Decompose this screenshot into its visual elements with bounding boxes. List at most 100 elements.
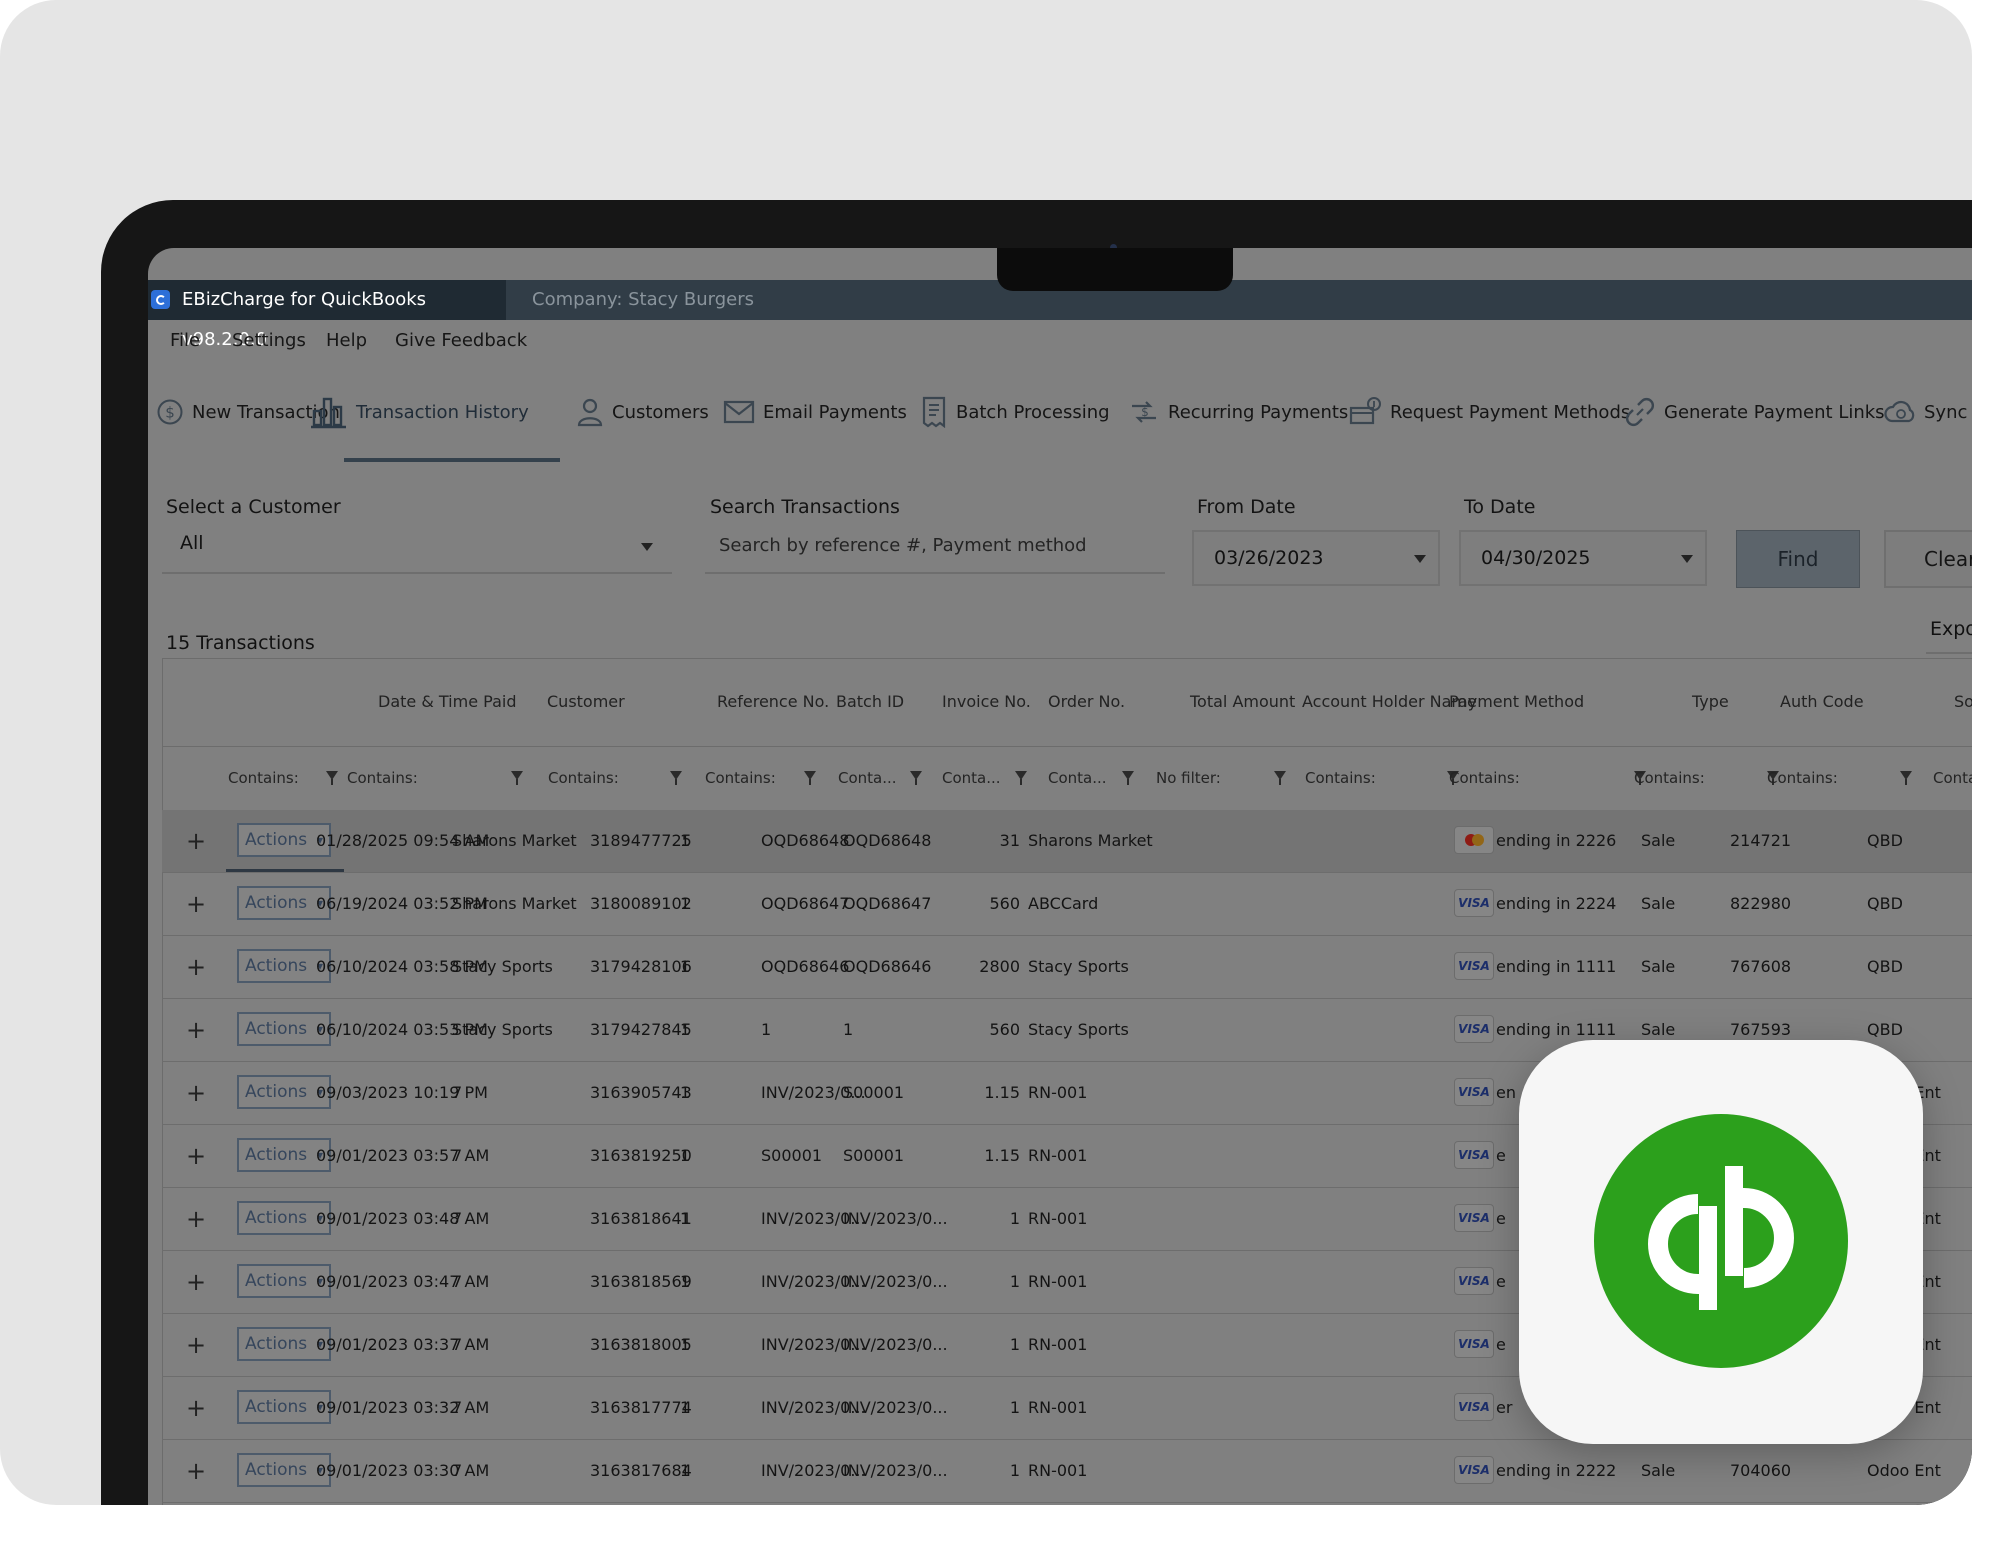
nav-customers[interactable]: Customers bbox=[576, 362, 709, 462]
filter-label[interactable]: Contains: bbox=[1449, 746, 1520, 810]
column-header-invoice[interactable]: Invoice No. bbox=[942, 658, 1031, 746]
cell-batch: 1 bbox=[680, 957, 691, 976]
cell-invoice: 1 bbox=[761, 1020, 772, 1039]
filter-label[interactable]: Contains: bbox=[1767, 746, 1838, 810]
column-header-payment-method[interactable]: Payment Method bbox=[1449, 658, 1584, 746]
cell-auth-code: 704060 bbox=[1730, 1461, 1792, 1480]
nav-recurring-payments[interactable]: $ Recurring Payments bbox=[1128, 362, 1348, 462]
search-input[interactable]: Search by reference #, Payment method bbox=[705, 520, 1165, 574]
nav-batch-processing[interactable]: Batch Processing bbox=[920, 362, 1110, 462]
svg-text:$: $ bbox=[165, 404, 175, 422]
column-header-total[interactable]: Total Amount bbox=[1190, 658, 1295, 746]
column-header-type[interactable]: Type bbox=[1692, 658, 1729, 746]
recurring-dollar-icon: $ bbox=[1132, 401, 1156, 423]
nav-label: Sync bbox=[1924, 401, 1968, 423]
nav-sync[interactable]: Sync bbox=[1884, 362, 1967, 462]
nav-transaction-history[interactable]: Transaction History bbox=[310, 362, 529, 462]
menu-settings[interactable]: Settings bbox=[232, 320, 306, 362]
cell-order: INV/2023/0... bbox=[843, 1209, 948, 1228]
customer-select[interactable]: All bbox=[162, 520, 672, 574]
column-header-order[interactable]: Order No. bbox=[1048, 658, 1125, 746]
filter-label[interactable]: Conta... bbox=[942, 746, 1001, 810]
filter-label[interactable]: Contains: bbox=[1933, 746, 1972, 810]
filter-funnel-icon[interactable] bbox=[1274, 771, 1286, 785]
cell-account-holder: RN-001 bbox=[1028, 1335, 1088, 1354]
filter-label[interactable]: Contains: bbox=[1305, 746, 1376, 810]
filter-label[interactable]: Contains: bbox=[705, 746, 776, 810]
table-row[interactable]: +Actions01/28/2025 09:54 AMSharons Marke… bbox=[162, 810, 1972, 873]
expand-row-icon[interactable]: + bbox=[186, 1125, 206, 1187]
visa-icon: VISA bbox=[1454, 1078, 1494, 1106]
filter-funnel-icon[interactable] bbox=[670, 771, 682, 785]
cell-customer: 7 bbox=[452, 1398, 463, 1417]
column-header-customer[interactable]: Customer bbox=[547, 658, 625, 746]
expand-row-icon[interactable]: + bbox=[186, 1314, 206, 1376]
to-date-picker[interactable]: 04/30/2025 bbox=[1459, 530, 1707, 586]
expand-row-icon[interactable]: + bbox=[186, 810, 206, 872]
column-header-date[interactable]: Date & Time Paid bbox=[378, 658, 516, 746]
column-header-reference[interactable]: Reference No. bbox=[717, 658, 829, 746]
filter-label[interactable]: No filter: bbox=[1156, 746, 1221, 810]
expand-row-icon[interactable]: + bbox=[186, 1062, 206, 1124]
cell-batch: 1 bbox=[680, 1461, 691, 1480]
expand-row-icon[interactable]: + bbox=[186, 1440, 206, 1502]
cell-type: Sale bbox=[1641, 894, 1676, 913]
nav-email-payments[interactable]: Email Payments bbox=[723, 362, 907, 462]
expand-row-icon[interactable]: + bbox=[186, 1377, 206, 1439]
cell-order: INV/2023/0... bbox=[843, 1461, 948, 1480]
cell-account-holder: Stacy Sports bbox=[1028, 957, 1129, 976]
customer-select-label: Select a Customer bbox=[166, 496, 341, 518]
cell-payment-method: ending in 1111 bbox=[1496, 957, 1617, 976]
cell-customer: Sharons Market bbox=[452, 894, 577, 913]
filter-label[interactable]: Contains: bbox=[1634, 746, 1705, 810]
export-button[interactable]: Expo bbox=[1930, 618, 1972, 640]
cell-account-holder: RN-001 bbox=[1028, 1272, 1088, 1291]
filter-funnel-icon[interactable] bbox=[804, 771, 816, 785]
table-row[interactable]: +Actions06/19/2024 03:52 PMSharons Marke… bbox=[162, 873, 1972, 936]
cell-customer: Stacy Sports bbox=[452, 1020, 553, 1039]
cell-total-amount: 1 bbox=[1009, 1272, 1020, 1291]
filter-label[interactable]: Contains: bbox=[548, 746, 619, 810]
cell-reference: 3163817684 bbox=[590, 1461, 692, 1480]
table-row[interactable]: +Actions06/10/2024 03:58 PMStacy Sports3… bbox=[162, 936, 1972, 999]
filter-funnel-icon[interactable] bbox=[511, 771, 523, 785]
menu-help[interactable]: Help bbox=[326, 320, 367, 362]
visa-icon: VISA bbox=[1454, 1015, 1494, 1043]
filter-funnel-icon[interactable] bbox=[1015, 771, 1027, 785]
table-row[interactable]: +Actions09/01/2023 03:30 AM731638176841I… bbox=[162, 1440, 1972, 1503]
filter-label[interactable]: Conta... bbox=[1048, 746, 1107, 810]
cell-total-amount: 1.15 bbox=[984, 1083, 1020, 1102]
expand-row-icon[interactable]: + bbox=[186, 873, 206, 935]
expand-row-icon[interactable]: + bbox=[186, 999, 206, 1061]
column-header-source[interactable]: So bbox=[1954, 658, 1972, 746]
nav-request-payment-methods[interactable]: Request Payment Methods bbox=[1348, 362, 1630, 462]
expand-row-icon[interactable]: + bbox=[186, 1251, 206, 1313]
clear-button[interactable]: Clear bbox=[1884, 530, 1972, 588]
nav-generate-payment-links[interactable]: Generate Payment Links bbox=[1624, 362, 1885, 462]
filter-label[interactable]: Conta... bbox=[838, 746, 897, 810]
from-date-picker[interactable]: 03/26/2023 bbox=[1192, 530, 1440, 586]
filter-funnel-icon[interactable] bbox=[1122, 771, 1134, 785]
menu-give-feedback[interactable]: Give Feedback bbox=[395, 320, 527, 362]
column-header-batch[interactable]: Batch ID bbox=[836, 658, 904, 746]
cell-auth-code: 214721 bbox=[1730, 831, 1792, 850]
menu-file[interactable]: File bbox=[170, 320, 200, 362]
cell-batch: 1 bbox=[680, 831, 691, 850]
filter-label[interactable]: Contains: bbox=[347, 746, 418, 810]
visa-icon: VISA bbox=[1454, 952, 1494, 980]
filter-label[interactable]: Contains: bbox=[228, 746, 299, 810]
filter-funnel-icon[interactable] bbox=[326, 771, 338, 785]
expand-row-icon[interactable]: + bbox=[186, 936, 206, 998]
cell-type: Sale bbox=[1641, 1461, 1676, 1480]
column-header-auth[interactable]: Auth Code bbox=[1780, 658, 1864, 746]
filter-funnel-icon[interactable] bbox=[910, 771, 922, 785]
cell-order: S00001 bbox=[843, 1083, 905, 1102]
cloud-sync-icon bbox=[1884, 400, 1915, 423]
menu-bar: File Settings Help Give Feedback bbox=[148, 320, 1972, 362]
find-button[interactable]: Find bbox=[1736, 530, 1860, 588]
expand-row-icon[interactable]: + bbox=[186, 1188, 206, 1250]
filter-funnel-icon[interactable] bbox=[1900, 771, 1912, 785]
cell-invoice: S00001 bbox=[761, 1146, 823, 1165]
cell-order: OQD68647 bbox=[843, 894, 932, 913]
request-card-icon bbox=[1349, 397, 1381, 425]
